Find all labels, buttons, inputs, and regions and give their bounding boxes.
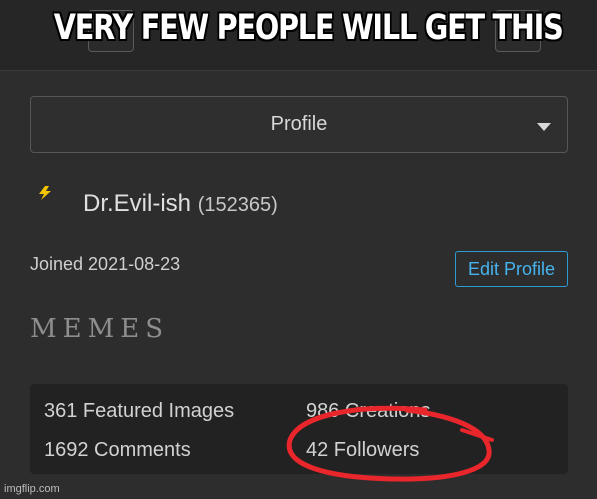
username[interactable]: Dr.Evil-ish: [83, 190, 191, 217]
caret-down-icon: [537, 123, 551, 131]
dropdown-selected-value: Profile: [270, 113, 328, 135]
watermark: imgflip.com: [4, 483, 60, 495]
edit-profile-button[interactable]: Edit Profile: [455, 251, 568, 287]
comments-stat[interactable]: 1692 Comments: [44, 439, 191, 462]
featured-images-stat[interactable]: 361 Featured Images: [44, 400, 234, 423]
followers-stat[interactable]: 42 Followers: [306, 439, 419, 462]
creations-stat[interactable]: 986 Creations: [306, 400, 431, 423]
lightning-bolt-icon: [39, 186, 51, 200]
meme-caption: VERY FEW PEOPLE WILL GET THIS: [53, 8, 564, 48]
profile-dropdown[interactable]: Profile: [30, 96, 568, 153]
section-title: MEMES: [30, 314, 170, 344]
joined-date: Joined 2021-08-23: [30, 254, 181, 274]
username-row: Dr.Evil-ish (152365): [83, 190, 278, 218]
user-points: (152365): [197, 194, 278, 216]
stats-panel: 361 Featured Images 986 Creations 1692 C…: [30, 384, 568, 474]
